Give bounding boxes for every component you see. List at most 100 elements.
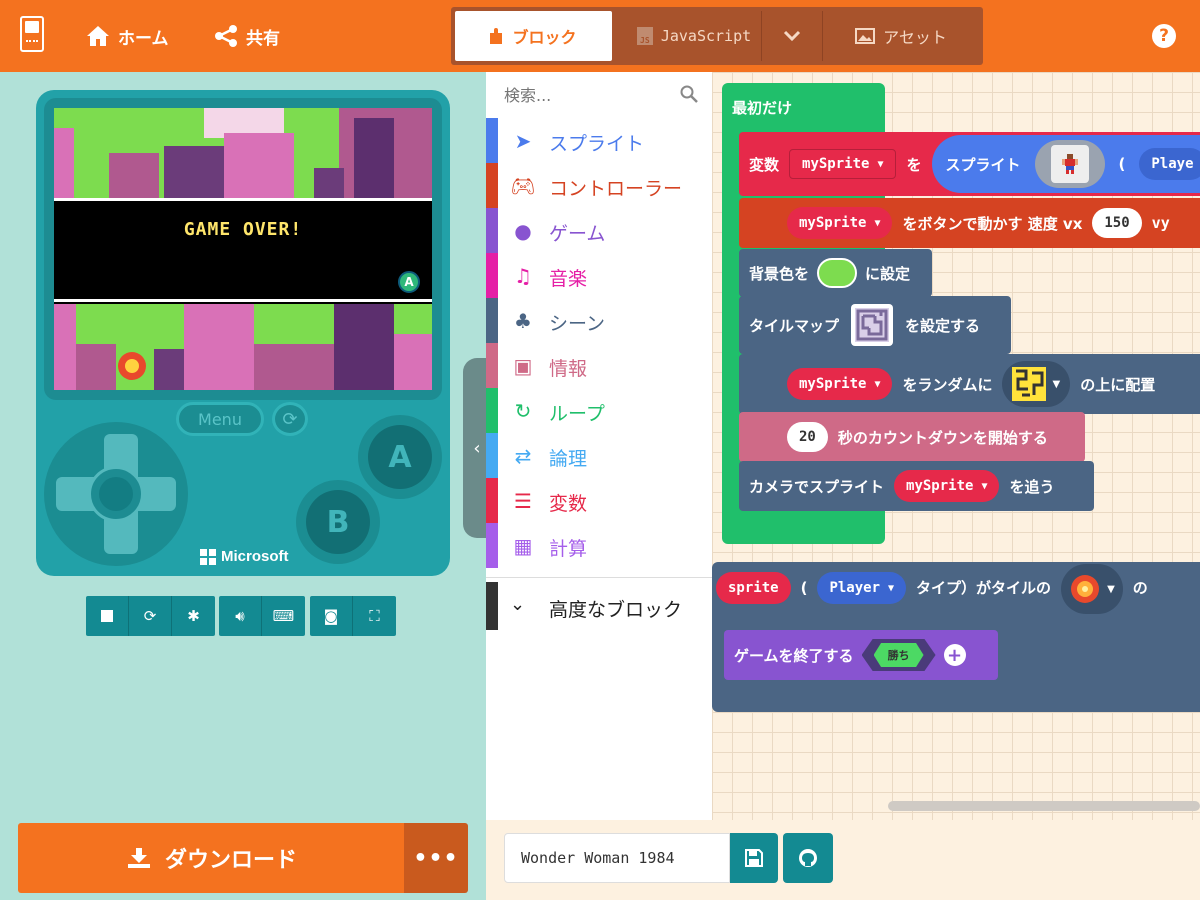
set-background-color-block[interactable]: 背景色を に設定 xyxy=(739,249,932,297)
menu-button[interactable]: Menu xyxy=(176,402,264,436)
keyboard-button[interactable]: ⌨ xyxy=(262,596,305,636)
screen-frame: GAME OVER! A xyxy=(44,98,442,400)
toolbox-category-9[interactable]: ▦ 計算 xyxy=(486,523,712,568)
puzzle-icon xyxy=(490,28,503,44)
download-button[interactable]: ダウンロード xyxy=(18,823,406,893)
save-icon xyxy=(745,849,763,867)
category-label: 論理 xyxy=(549,448,588,470)
overlap-tile-dropdown[interactable]: ▼ xyxy=(1061,564,1123,614)
category-color-bar xyxy=(486,343,498,388)
game-screen[interactable]: GAME OVER! A xyxy=(54,108,432,390)
countdown-input[interactable]: 20 xyxy=(787,422,828,452)
help-button[interactable]: ? xyxy=(1152,24,1176,48)
overlap-kind-dropdown[interactable]: Player ▼ xyxy=(817,572,907,604)
tab-javascript[interactable]: JS JavaScript xyxy=(629,11,759,61)
fullscreen-button[interactable]: ⛶ xyxy=(353,596,396,636)
toolbox-category-6[interactable]: ↻ ループ xyxy=(486,388,712,433)
dpad[interactable] xyxy=(44,422,188,566)
toolbox-category-3[interactable]: ♫ 音楽 xyxy=(486,253,712,298)
reset-button[interactable]: ⟳ xyxy=(272,402,308,436)
screenshot-button[interactable]: ◙ xyxy=(310,596,353,636)
toolbox-category-1[interactable]: 🎮︎ コントローラー xyxy=(486,163,712,208)
b-button[interactable]: B xyxy=(296,480,380,564)
sim-control-group-1: ⟳ ✱ xyxy=(86,596,215,636)
overlap-tail: の xyxy=(1132,579,1148,597)
add-parameter-icon[interactable]: + xyxy=(943,644,966,666)
terrain-bottom xyxy=(54,304,432,390)
advanced-blocks[interactable]: ⌄ 高度なブロック xyxy=(486,577,712,630)
ellipsis-icon: ••• xyxy=(413,845,459,871)
a-button[interactable]: A xyxy=(358,415,442,499)
arcade-logo-icon[interactable] xyxy=(20,16,44,52)
category-label: 変数 xyxy=(549,493,588,515)
bug-icon: ✱ xyxy=(187,607,200,625)
tile-dropdown[interactable]: ▼ xyxy=(1002,361,1071,407)
github-button[interactable] xyxy=(783,833,833,883)
restart-button[interactable]: ⟳ xyxy=(129,596,172,636)
move-variable-dropdown[interactable]: mySprite ▼ xyxy=(787,207,893,239)
save-button[interactable] xyxy=(730,833,778,883)
workspace-horizontal-scrollbar[interactable] xyxy=(888,801,1200,811)
tree-icon: ♣ xyxy=(514,309,532,333)
a-button-label: A xyxy=(368,425,432,489)
set-variable-block[interactable]: 変数 mySprite ▼ を スプライト ( Playe xyxy=(739,132,1200,196)
refresh-icon: ↻ xyxy=(514,399,532,423)
caret-down-icon: ▼ xyxy=(981,480,988,492)
fullscreen-icon: ⛶ xyxy=(369,607,380,625)
sprite-kind-dropdown[interactable]: Playe xyxy=(1139,148,1200,180)
place-variable-dropdown[interactable]: mySprite ▼ xyxy=(787,368,893,400)
gamepad-icon: 🎮︎ xyxy=(510,174,536,198)
caret-down-icon: ▼ xyxy=(1107,583,1115,595)
category-color-bar xyxy=(486,388,498,433)
game-over-text: GAME OVER! xyxy=(183,219,303,240)
chevron-down-icon xyxy=(783,30,801,42)
tilemap-suffix: を設定する xyxy=(905,316,981,335)
toolbox-category-8[interactable]: ☰ 変数 xyxy=(486,478,712,523)
share-icon xyxy=(215,25,237,47)
win-toggle[interactable]: 勝ち xyxy=(861,639,936,671)
share-button[interactable]: 共有 xyxy=(214,22,280,50)
arcade-device: GAME OVER! A Menu ⟳ A B Microsoft xyxy=(36,90,450,576)
mute-button[interactable]: 🔊︎ xyxy=(219,596,262,636)
set-tilemap-block[interactable]: タイルマップ を設定する xyxy=(739,296,1011,354)
variable-dropdown[interactable]: mySprite ▼ xyxy=(789,149,897,179)
tab-blocks[interactable]: ブロック xyxy=(455,11,612,61)
download-more-button[interactable]: ••• xyxy=(404,823,468,893)
toolbox-category-2[interactable]: ● ゲーム xyxy=(486,208,712,253)
game-over-block[interactable]: ゲームを終了する 勝ち + xyxy=(724,630,998,680)
a-button-prompt-icon: A xyxy=(398,271,420,293)
debug-button[interactable]: ✱ xyxy=(172,596,215,636)
on-start-label: 最初だけ xyxy=(732,99,793,117)
caret-down-icon: ▼ xyxy=(1052,378,1061,390)
stop-button[interactable] xyxy=(86,596,129,636)
blocks-workspace[interactable]: 最初だけ 変数 mySprite ▼ を スプライト ( Playe mySpri… xyxy=(712,72,1200,820)
camera-follow-block[interactable]: カメラでスプライト mySprite ▼ を追う xyxy=(739,461,1094,511)
github-icon xyxy=(799,849,817,867)
sprite-image-picker[interactable] xyxy=(1034,140,1105,188)
overlap-sprite-param[interactable]: sprite xyxy=(716,572,791,604)
sprite-kind-label: Playe xyxy=(1151,156,1194,172)
category-label: 情報 xyxy=(549,358,588,380)
toolbox-category-7[interactable]: ⇄ 論理 xyxy=(486,433,712,478)
project-name-input[interactable] xyxy=(504,833,730,883)
color-picker[interactable] xyxy=(817,258,858,288)
home-button[interactable]: ホーム xyxy=(86,22,169,50)
toolbox-search xyxy=(486,72,712,118)
toolbox-category-4[interactable]: ♣ シーン xyxy=(486,298,712,343)
toolbox: ➤ スプライト 🎮︎ コントローラー ● ゲーム ♫ 音楽 ♣ シーン ▣ 情報 ↻ ループ ⇄ 論理 ☰ 変数 ▦… xyxy=(486,72,712,900)
search-input[interactable] xyxy=(486,72,712,118)
camera-variable-dropdown[interactable]: mySprite ▼ xyxy=(894,470,1000,502)
start-countdown-block[interactable]: 20 秒のカウントダウンを開始する xyxy=(739,412,1085,462)
create-sprite-block[interactable]: スプライト ( Playe xyxy=(931,135,1200,193)
move-with-buttons-block[interactable]: mySprite ▼ をボタンで動かす 速度 vx 150 vy xyxy=(739,198,1200,248)
toolbox-category-5[interactable]: ▣ 情報 xyxy=(486,343,712,388)
place-on-random-tile-block[interactable]: mySprite ▼ をランダムに ▼ の上に配置 xyxy=(739,354,1200,414)
search-icon[interactable] xyxy=(680,85,698,103)
tilemap-picker[interactable] xyxy=(851,304,894,346)
tab-assets[interactable]: アセット xyxy=(831,11,971,61)
countdown-text: 秒のカウントダウンを開始する xyxy=(837,428,1048,447)
toolbox-category-0[interactable]: ➤ スプライト xyxy=(486,118,712,163)
language-dropdown-button[interactable] xyxy=(762,11,822,61)
vx-input[interactable]: 150 xyxy=(1092,208,1142,238)
tilemap-maze-icon xyxy=(855,308,890,342)
